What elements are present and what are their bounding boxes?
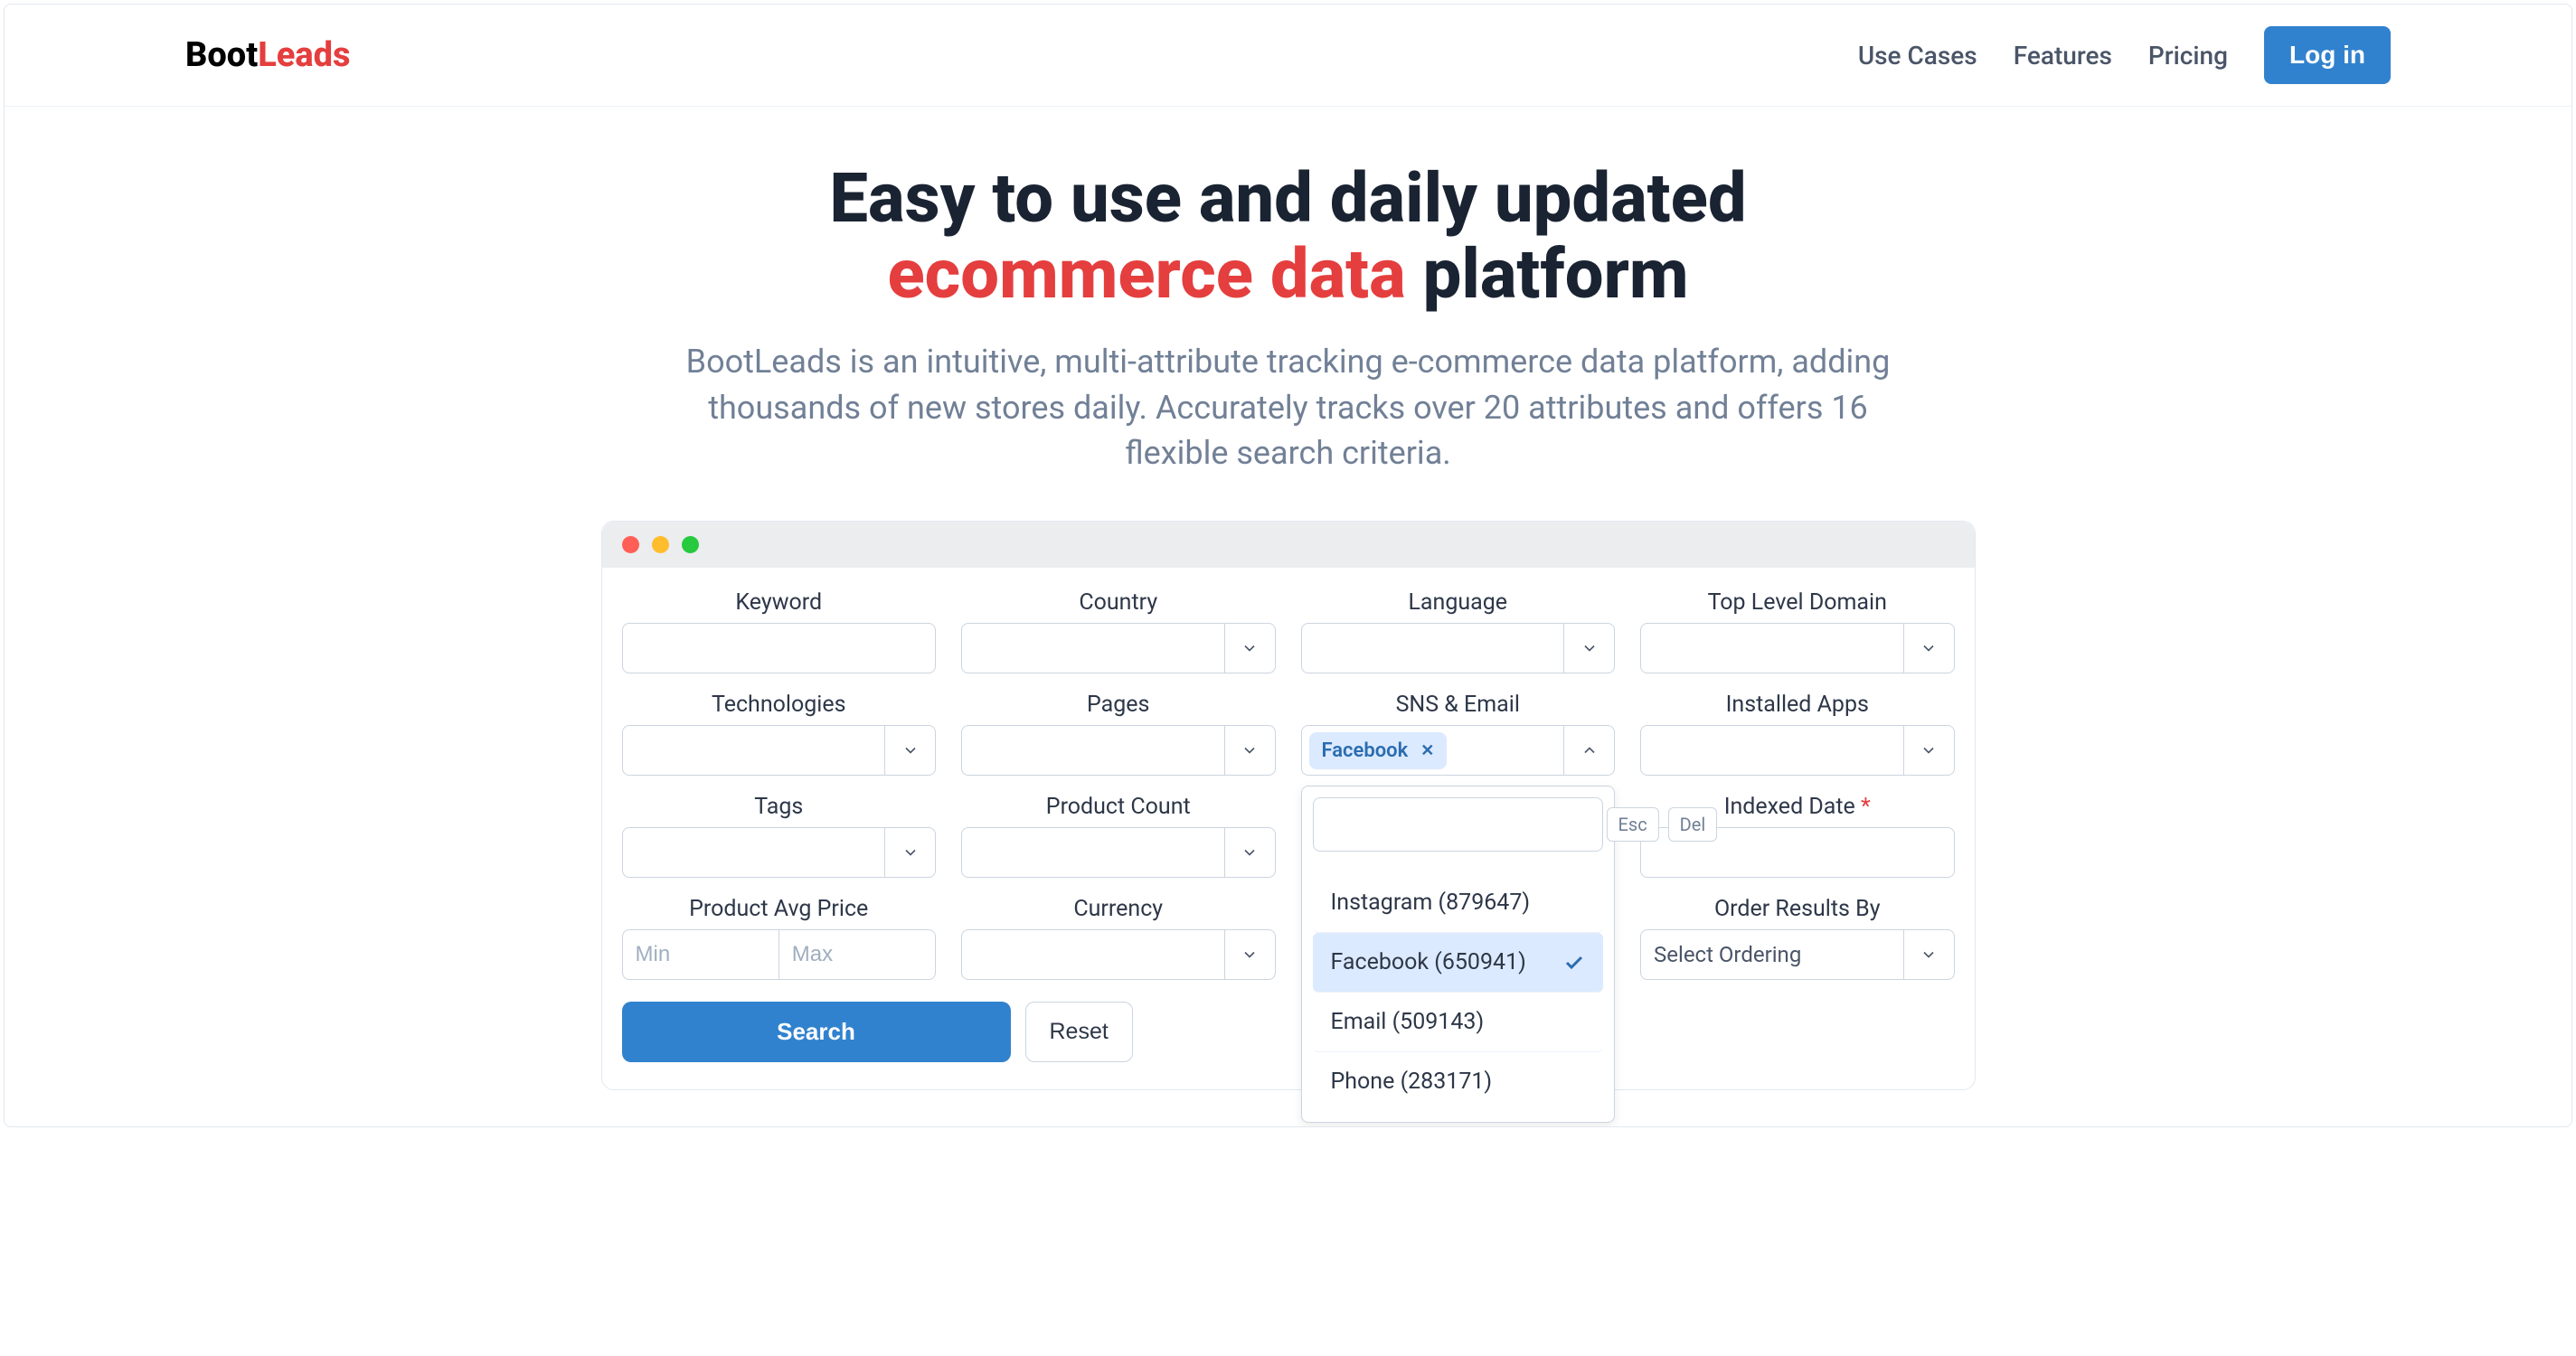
logo-part1: Boot xyxy=(185,35,258,75)
label-text: Indexed Date xyxy=(1724,794,1855,820)
dropdown-option-facebook[interactable]: Facebook (650941) xyxy=(1313,933,1604,993)
chevron-down-icon xyxy=(1224,828,1275,877)
field-language: Language xyxy=(1301,589,1616,673)
dropdown-option-phone[interactable]: Phone (283171) xyxy=(1313,1052,1604,1111)
logo[interactable]: BootLeads xyxy=(185,35,351,75)
label-technologies: Technologies xyxy=(622,692,937,718)
chevron-down-icon xyxy=(1224,930,1275,979)
label-keyword: Keyword xyxy=(622,589,937,616)
label-sns-email: SNS & Email xyxy=(1301,692,1616,718)
form-actions: Search Reset xyxy=(622,1002,1955,1062)
option-label: Facebook (650941) xyxy=(1331,949,1526,975)
traffic-light-green xyxy=(682,536,699,553)
label-tld: Top Level Domain xyxy=(1640,589,1955,616)
chevron-down-icon xyxy=(1903,930,1954,979)
traffic-light-red xyxy=(622,536,639,553)
select-country[interactable] xyxy=(961,623,1276,673)
select-pages[interactable] xyxy=(961,725,1276,776)
kbd-esc: Esc xyxy=(1607,807,1659,842)
nav-features[interactable]: Features xyxy=(2014,41,2112,71)
select-order-by[interactable]: Select Ordering xyxy=(1640,929,1955,980)
option-label: Email (509143) xyxy=(1331,1009,1485,1035)
nav-use-cases[interactable]: Use Cases xyxy=(1858,41,1977,71)
field-pages: Pages xyxy=(961,692,1276,776)
tag-remove-icon[interactable]: ✕ xyxy=(1420,741,1434,760)
select-product-count[interactable] xyxy=(961,827,1276,878)
field-product-count: Product Count xyxy=(961,794,1276,878)
label-tags: Tags xyxy=(622,794,937,820)
login-button[interactable]: Log in xyxy=(2264,26,2391,84)
label-currency: Currency xyxy=(961,896,1276,922)
traffic-light-yellow xyxy=(652,536,669,553)
label-product-count: Product Count xyxy=(961,794,1276,820)
nav: Use Cases Features Pricing Log in xyxy=(1858,26,2391,84)
select-tld[interactable] xyxy=(1640,623,1955,673)
chevron-down-icon xyxy=(1224,624,1275,673)
field-currency: Currency xyxy=(961,896,1276,980)
required-asterisk: * xyxy=(1861,794,1871,820)
chevron-down-icon xyxy=(1903,726,1954,775)
header: BootLeads Use Cases Features Pricing Log… xyxy=(5,5,2571,107)
kbd-hints: Esc Del xyxy=(1607,807,1718,842)
label-country: Country xyxy=(961,589,1276,616)
hero: Easy to use and daily updated ecommerce … xyxy=(565,107,2012,1126)
hero-title: Easy to use and daily updated ecommerce … xyxy=(601,161,1976,312)
option-label: Instagram (879647) xyxy=(1331,890,1531,916)
dropdown-option-email[interactable]: Email (509143) xyxy=(1313,993,1604,1052)
input-price-max[interactable] xyxy=(778,929,936,980)
dropdown-search-input[interactable] xyxy=(1335,813,1596,836)
field-country: Country xyxy=(961,589,1276,673)
hero-title-post: platform xyxy=(1406,233,1689,315)
field-installed-apps: Installed Apps xyxy=(1640,692,1955,776)
order-by-placeholder: Select Ordering xyxy=(1654,942,1801,967)
nav-pricing[interactable]: Pricing xyxy=(2148,41,2228,71)
chevron-down-icon xyxy=(1224,726,1275,775)
reset-button[interactable]: Reset xyxy=(1025,1002,1133,1062)
select-sns-email[interactable]: Facebook ✕ xyxy=(1301,725,1616,776)
field-order-by: Order Results By Select Ordering xyxy=(1640,896,1955,980)
input-price-min[interactable] xyxy=(622,929,778,980)
field-keyword: Keyword xyxy=(622,589,937,673)
select-tags[interactable] xyxy=(622,827,937,878)
dropdown-list: Instagram (879647) Facebook (650941) Ema… xyxy=(1313,873,1604,1111)
chevron-up-icon xyxy=(1563,726,1614,775)
dropdown-option-instagram[interactable]: Instagram (879647) xyxy=(1313,873,1604,933)
select-technologies[interactable] xyxy=(622,725,937,776)
select-currency[interactable] xyxy=(961,929,1276,980)
input-keyword[interactable] xyxy=(622,623,937,673)
kbd-del: Del xyxy=(1668,807,1718,842)
sns-dropdown-panel: Esc Del Instagram (879647) Facebook (650… xyxy=(1301,786,1616,1123)
chevron-down-icon xyxy=(1903,624,1954,673)
field-tld: Top Level Domain xyxy=(1640,589,1955,673)
chevron-down-icon xyxy=(884,726,935,775)
logo-part2: Leads xyxy=(258,35,350,75)
hero-title-pre: Easy to use and daily updated xyxy=(829,157,1746,239)
dropdown-search[interactable]: Esc Del xyxy=(1313,797,1604,852)
select-installed-apps[interactable] xyxy=(1640,725,1955,776)
label-order-by: Order Results By xyxy=(1640,896,1955,922)
hero-subtitle: BootLeads is an intuitive, multi-attribu… xyxy=(656,339,1921,476)
label-avg-price: Product Avg Price xyxy=(622,896,937,922)
label-installed-apps: Installed Apps xyxy=(1640,692,1955,718)
browser-traffic-lights xyxy=(602,522,1975,568)
check-icon xyxy=(1563,952,1585,974)
label-pages: Pages xyxy=(961,692,1276,718)
option-label: Phone (283171) xyxy=(1331,1069,1493,1095)
search-button[interactable]: Search xyxy=(622,1002,1011,1062)
select-language[interactable] xyxy=(1301,623,1616,673)
field-tags: Tags xyxy=(622,794,937,878)
demo-browser-card: Keyword Country Language xyxy=(601,521,1976,1090)
search-form: Keyword Country Language xyxy=(602,568,1975,1089)
field-avg-price: Product Avg Price xyxy=(622,896,937,980)
field-sns-email: SNS & Email Facebook ✕ xyxy=(1301,692,1616,776)
label-language: Language xyxy=(1301,589,1616,616)
tag-label: Facebook xyxy=(1322,739,1409,762)
field-technologies: Technologies xyxy=(622,692,937,776)
hero-title-accent: ecommerce data xyxy=(887,233,1405,315)
tag-facebook: Facebook ✕ xyxy=(1309,732,1448,769)
chevron-down-icon xyxy=(1563,624,1614,673)
chevron-down-icon xyxy=(884,828,935,877)
